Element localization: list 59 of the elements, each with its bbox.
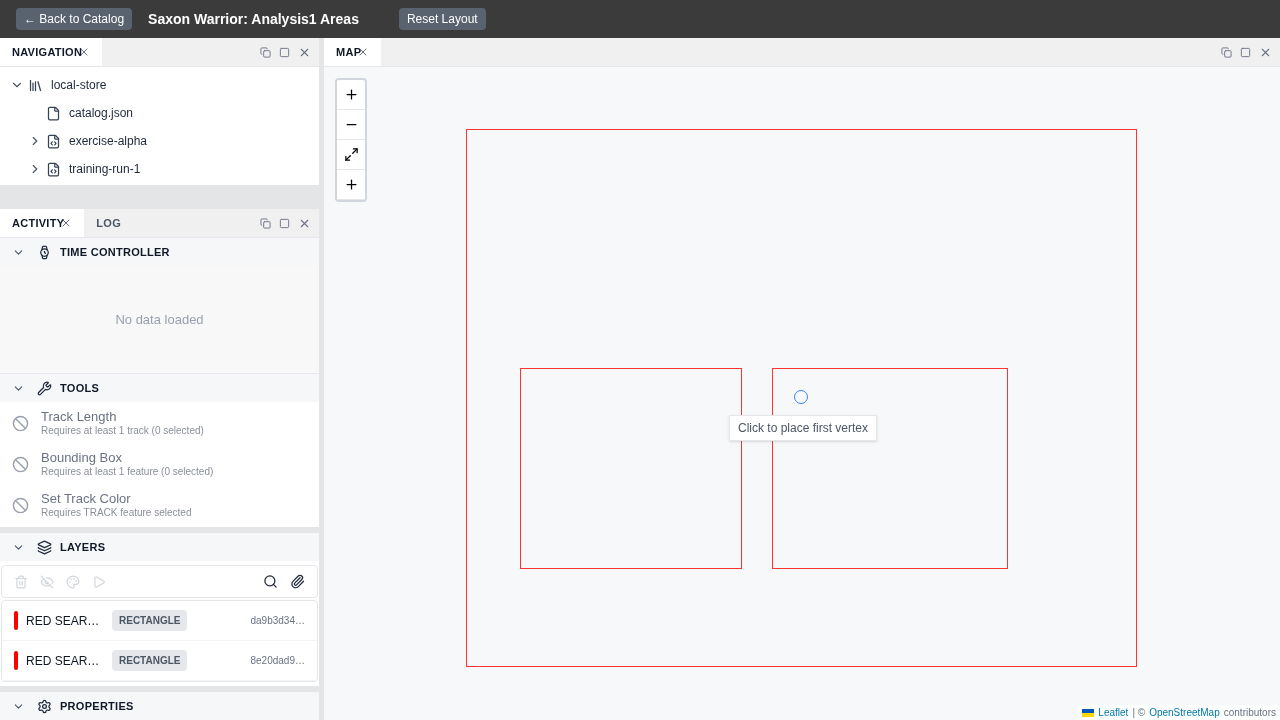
layer-name: RED SEAR…: [26, 612, 101, 630]
tool-name: Bounding Box: [41, 450, 123, 467]
tools-icon: [37, 380, 52, 396]
code-file-icon: [46, 133, 61, 149]
back-button[interactable]: ← Back to Catalog: [16, 8, 133, 30]
zoom-in-icon[interactable]: [343, 87, 359, 102]
layer-row[interactable]: RED SEAR… RECTANGLE 8e20dad9…: [2, 641, 317, 681]
layers-icon: [37, 539, 52, 555]
tool-hint: Requires TRACK feature selected: [41, 507, 192, 520]
gear-icon: [37, 698, 52, 714]
page-title: Saxon Warrior: Analysis1 Areas: [148, 9, 359, 29]
restore-icon[interactable]: [1221, 46, 1232, 58]
layer-row[interactable]: RED SEAR… RECTANGLE da9b3d34…: [2, 601, 317, 641]
section-header[interactable]: LAYERS: [0, 533, 319, 561]
tree-item[interactable]: catalog.json: [0, 99, 319, 127]
attribution-suffix: contributors: [1223, 706, 1276, 720]
tree-item[interactable]: local-store: [0, 71, 319, 99]
section-header[interactable]: TOOLS: [0, 374, 319, 402]
tree-label: local-store: [51, 77, 107, 94]
tool-name: Set Track Color: [41, 491, 132, 508]
section-header[interactable]: TIME CONTROLLER: [0, 238, 319, 266]
tool-hint: Requires at least 1 track (0 selected): [41, 425, 204, 438]
panel-tab[interactable]: NAVIGATION: [0, 38, 103, 66]
section-header[interactable]: PROPERTIES: [0, 692, 319, 720]
search-icon[interactable]: [263, 574, 278, 589]
tree-item[interactable]: exercise-alpha: [0, 127, 319, 155]
maximize-icon[interactable]: [279, 46, 290, 58]
paperclip-icon[interactable]: [290, 574, 305, 589]
fullscreen-icon[interactable]: [343, 147, 359, 162]
panel-tab[interactable]: MAP: [324, 38, 382, 66]
map-tooltip: Click to place first vertex: [729, 415, 878, 441]
restore-icon[interactable]: [260, 217, 271, 229]
tree-label: catalog.json: [69, 105, 134, 122]
restore-icon[interactable]: [260, 46, 271, 58]
type-badge: RECTANGLE: [112, 650, 188, 671]
watch-icon: [37, 244, 52, 260]
type-badge: RECTANGLE: [112, 610, 188, 631]
code-file-icon: [46, 161, 61, 177]
reset-layout-button[interactable]: Reset Layout: [398, 8, 486, 30]
leaflet-link[interactable]: Leaflet: [1098, 705, 1129, 720]
tree-item[interactable]: training-run-1: [0, 155, 319, 183]
layer-id: 8e20dad9…: [250, 654, 305, 668]
layer-name: RED SEAR…: [26, 652, 101, 670]
maximize-icon[interactable]: [1240, 46, 1251, 58]
layer-id: da9b3d34…: [250, 614, 305, 628]
library-icon: [28, 77, 43, 93]
osm-link[interactable]: OpenStreetMap: [1149, 705, 1220, 720]
empty-state-area: No data loaded: [0, 266, 319, 374]
plus-icon[interactable]: [343, 177, 359, 192]
panel-tab[interactable]: LOG: [84, 209, 133, 237]
tool-name: Track Length: [41, 409, 118, 426]
tree-label: training-run-1: [69, 161, 141, 178]
file-icon: [46, 105, 61, 121]
flag-icon: [1082, 708, 1095, 717]
maximize-icon[interactable]: [279, 217, 290, 229]
panel-tab[interactable]: ACTIVITY: [0, 209, 85, 237]
tool-hint: Requires at least 1 feature (0 selected): [41, 466, 214, 479]
tree-label: exercise-alpha: [69, 133, 148, 150]
attribution-separator: | ©: [1132, 706, 1146, 720]
